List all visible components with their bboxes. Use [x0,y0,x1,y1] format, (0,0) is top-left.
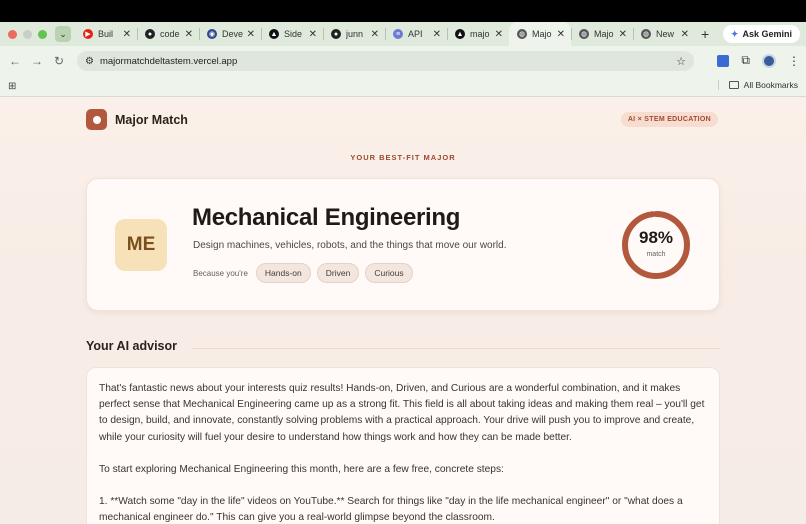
trait-chip: Curious [365,263,413,283]
web-page: Major Match AI × STEM EDUCATION YOUR BES… [0,97,806,524]
tab-favicon-icon: ▲ [269,29,279,39]
tab-favicon-icon: ● [331,29,341,39]
browser-tab[interactable]: ▲ majo ✕ [447,22,509,46]
all-bookmarks-button[interactable]: All Bookmarks [717,80,798,90]
advisor-paragraph: To start exploring Mechanical Engineerin… [99,463,504,475]
tab-label: Buil [98,29,114,39]
close-tab-icon[interactable]: ✕ [557,29,565,40]
brand-name: Major Match [115,112,188,127]
tab-label: junn [346,29,364,39]
major-result-card: ME Mechanical Engineering Design machine… [86,178,720,311]
browser-tab[interactable]: ◉ Deve ✕ [199,22,261,46]
brand-logo-icon [86,109,107,130]
tab-favicon-icon: ◍ [641,29,651,39]
close-tab-icon[interactable]: ✕ [495,29,503,40]
close-tab-icon[interactable]: ✕ [433,29,441,40]
match-percent: 98% [638,228,674,247]
major-initials-badge: ME [115,219,167,271]
site-info-icon[interactable]: ⚙ [85,56,94,67]
ask-gemini-label: Ask Gemini [742,29,792,39]
advisor-paragraph: That's fantastic news about your interes… [99,383,705,443]
browser-tab[interactable]: ● junn ✕ [323,22,385,46]
forward-arrow-icon[interactable]: → [26,54,48,68]
close-tab-icon[interactable]: ✕ [619,29,627,40]
trait-chip: Hands-on [255,263,311,283]
close-tab-icon[interactable]: ✕ [309,29,317,40]
tab-label: Majo [532,29,552,39]
bookmark-star-icon[interactable]: ☆ [676,55,686,68]
maximize-window-button[interactable] [38,29,47,39]
puzzle-extensions-icon[interactable]: ⧉ [741,53,750,68]
tab-label: Deve [222,29,244,39]
match-label: match [646,251,666,258]
close-window-button[interactable] [8,29,17,39]
close-tab-icon[interactable]: ✕ [371,29,379,40]
browser-toolbar: ← → ↻ ⚙ majormatchdeltastem.vercel.app ☆… [0,46,806,76]
all-bookmarks-label: All Bookmarks [743,80,798,90]
tab-search-icon[interactable]: ⌄ [55,26,71,42]
browser-tab[interactable]: ● code ✕ [137,22,199,46]
close-tab-icon[interactable]: ✕ [247,29,255,40]
close-tab-icon[interactable]: ✕ [123,29,131,40]
back-arrow-icon[interactable]: ← [4,54,26,68]
major-title: Mechanical Engineering [192,204,461,231]
reload-icon[interactable]: ↻ [48,54,70,68]
browser-tab[interactable]: ▶ Buil ✕ [75,22,137,46]
close-tab-icon[interactable]: ✕ [185,29,193,40]
tab-label: code [160,29,180,39]
tab-favicon-icon: ◉ [207,29,217,39]
tab-favicon-icon: ≡ [393,29,403,39]
major-description: Design machines, vehicles, robots, and t… [193,240,507,251]
browser-tab[interactable]: ◍ Majo ✕ [571,22,633,46]
apps-grid-icon[interactable]: ⊞ [8,81,16,92]
brand[interactable]: Major Match [86,109,188,130]
tab-label: New [656,29,675,39]
new-tab-button[interactable]: + [701,22,709,46]
tab-favicon-icon: ● [145,29,155,39]
advisor-paragraph: 1. **Watch some "day in the life" videos… [99,496,683,524]
tab-favicon-icon: ◍ [579,29,589,39]
divider [192,348,720,349]
advisor-message: That's fantastic news about your interes… [86,367,720,524]
minimize-window-button[interactable] [23,29,32,39]
ask-gemini-button[interactable]: ✦ Ask Gemini [722,25,800,43]
window-controls [0,29,47,39]
more-menu-icon[interactable]: ⋮ [788,54,800,68]
bookmarks-bar: ⊞ All Bookmarks [0,76,806,97]
because-label: Because you're [193,268,248,278]
category-badge: AI × STEM EDUCATION [620,112,718,127]
tab-label: API [408,29,423,39]
tab-favicon-icon: ◍ [517,29,527,39]
extension-icon[interactable] [717,54,730,67]
advisor-heading: Your AI advisor [86,339,177,353]
close-tab-icon[interactable]: ✕ [681,29,689,40]
browser-tab[interactable]: ▲ Side ✕ [261,22,323,46]
sparkle-icon: ✦ [730,28,739,39]
tab-label: Side [284,29,303,39]
tab-favicon-icon: ▲ [455,29,465,39]
folder-icon [728,81,739,89]
url-text: majormatchdeltastem.vercel.app [99,55,238,67]
address-bar[interactable]: ⚙ majormatchdeltastem.vercel.app ☆ [77,51,694,71]
profile-avatar[interactable] [762,53,776,68]
trait-chips: Because you're Hands-on Driven Curious [193,263,413,283]
tab-label: Majo [594,29,614,39]
result-kicker: YOUR BEST-FIT MAJOR [350,153,456,162]
tab-list: ▶ Buil ✕ ● code ✕ ◉ Deve ✕ ▲ Side ✕ ● junn ✕ ≡ API ✕ ▲ majo… [75,22,695,46]
trait-chip: Driven [316,263,360,283]
browser-tab[interactable]: ◍ New ✕ [633,22,695,46]
browser-tab[interactable]: ◍ Majo ✕ [509,22,571,46]
browser-tab[interactable]: ≡ API ✕ [385,22,447,46]
tab-favicon-icon: ▶ [83,29,93,39]
tab-label: majo [470,29,490,39]
browser-tab-strip: ⌄ ▶ Buil ✕ ● code ✕ ◉ Deve ✕ ▲ Side ✕ ● junn ✕ ≡ API ✕ ▲ ma… [0,22,806,46]
